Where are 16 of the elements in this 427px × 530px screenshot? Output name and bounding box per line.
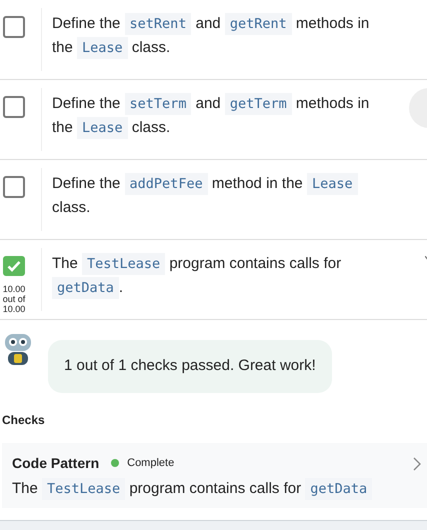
section-heading: Checks [2, 412, 46, 428]
check-card[interactable]: Code Pattern Complete The TestLease program contains calls for getData [2, 442, 427, 508]
task-description: Define the addPetFee method in the Lease class. [42, 160, 427, 239]
check-title: Code Pattern [12, 454, 100, 472]
check-description: The TestLease program contains calls for getData [12, 478, 417, 500]
feedback-message: 1 out of 1 checks passed. Great work! [48, 340, 332, 392]
chevron-right-icon [413, 456, 421, 470]
task-description: Define the setRent and getRent methods in the Lease class. [42, 0, 427, 79]
task-description: The TestLease program contains calls for getData . [42, 240, 427, 319]
score-text: 10.00 out of 10.00 [2, 284, 26, 314]
checkbox[interactable] [3, 96, 25, 118]
checkbox[interactable] [3, 16, 25, 38]
robot-icon [2, 332, 34, 366]
checkbox[interactable] [3, 176, 25, 198]
status-text: Complete [127, 456, 174, 471]
checkbox[interactable] [3, 256, 25, 276]
